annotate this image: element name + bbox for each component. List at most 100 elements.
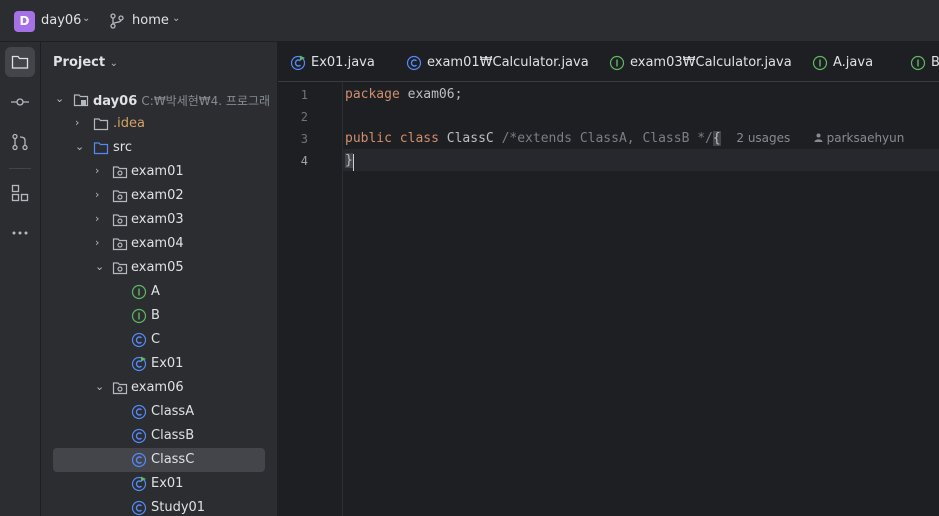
project-name[interactable]: day06 [41,13,81,28]
tree-item-B[interactable]: B [53,304,265,328]
interface-icon [812,55,828,75]
code-editor[interactable]: package exam06; public class ClassC /*ex… [343,82,939,516]
branch-name[interactable]: home [132,13,169,28]
class-icon [131,428,147,448]
tree-item-label: A [151,284,160,299]
tree-item-label: Study01 [151,500,206,515]
tree-item-label: exam06 [131,380,184,395]
user-icon [814,133,823,142]
pull-requests-icon[interactable] [5,127,35,157]
line-number: 3 [300,132,308,146]
chevron-down-icon[interactable]: ⌄ [82,13,90,24]
code-line-1[interactable]: package exam06; [345,87,462,102]
chevron-right-icon[interactable]: › [75,117,87,129]
tree-item-label: Ex01 [151,356,184,371]
tree-item-exam04[interactable]: › exam04 [53,232,265,256]
tree-item-label: exam02 [131,188,184,203]
chevron-right-icon[interactable]: › [95,189,107,201]
keyword: class [399,131,439,146]
package-icon [112,260,128,280]
package-icon [112,188,128,208]
chevron-down-icon[interactable]: ⌄ [172,13,180,24]
code-comment: /*extends ClassA, ClassB */ [501,131,713,146]
tree-item-root[interactable]: ⌄ day06 C:₩박세현₩4. 프로그래 [53,88,270,112]
tree-item-label: exam05 [131,260,184,275]
tree-item-label: .idea [113,116,145,131]
class-icon [406,55,422,75]
line-number: 2 [300,110,308,124]
tree-item-label: exam01 [131,164,184,179]
class-icon [131,452,147,472]
tree-item-C[interactable]: C [53,328,265,352]
tree-item-src[interactable]: ⌄ src [53,136,265,160]
package-icon [112,236,128,256]
class-icon [131,332,147,352]
line-number: 4 [300,154,308,168]
interface-icon [910,55,926,75]
tree-item-Ex01[interactable]: Ex01 [53,352,265,376]
interface-icon [609,55,625,75]
code-line-3[interactable]: public class ClassC /*extends ClassA, Cl… [345,131,904,146]
branch-icon[interactable] [110,13,124,33]
tree-item-exam06[interactable]: ⌄ exam06 [53,376,265,400]
editor-tabs: Ex01.java exam01₩Calculator.java exam03₩… [278,42,939,82]
project-badge[interactable]: D [14,11,35,32]
interface-icon [131,284,147,304]
tree-item-label: Ex01 [151,476,184,491]
tree-item-label: exam03 [131,212,184,227]
keyword: public [345,131,392,146]
project-panel: Project ⌄ ⌄ day06 C:₩박세현₩4. 프로그래 › .idea… [41,42,278,516]
tree-item-exam05[interactable]: ⌄ exam05 [53,256,265,280]
tool-separator [9,168,31,169]
tree-item-exam02[interactable]: › exam02 [53,184,265,208]
code-text: exam06; [399,87,463,102]
tab-label: Ex01.java [311,55,375,70]
tree-item-exam03[interactable]: › exam03 [53,208,265,232]
tab-label: B [931,55,939,70]
tab-exam03-calculator[interactable]: exam03₩Calculator.java [609,42,799,81]
tree-item-Study01[interactable]: Study01 [53,496,265,516]
chevron-right-icon[interactable]: › [95,165,107,177]
folder-icon[interactable] [5,47,35,77]
tab-b[interactable]: B [910,42,939,81]
class-icon [131,500,147,516]
structure-icon[interactable] [5,178,35,208]
tree-item-label: B [151,308,160,323]
tab-label: exam01₩Calculator.java [427,55,589,70]
project-panel-title[interactable]: Project ⌄ [53,55,118,70]
tree-item-ClassB[interactable]: ClassB [53,424,265,448]
usages-hint[interactable]: 2 usages [736,131,790,145]
tab-a[interactable]: A.java [812,42,892,81]
keyword: package [345,87,400,102]
tree-item-ClassA[interactable]: ClassA [53,400,265,424]
module-folder-icon [73,92,89,112]
chevron-down-icon[interactable]: ⌄ [95,261,107,273]
tab-ex01[interactable]: Ex01.java [290,42,400,81]
more-icon[interactable] [5,218,35,248]
interface-icon [131,308,147,328]
line-number: 1 [300,88,308,102]
tab-exam01-calculator[interactable]: exam01₩Calculator.java [406,42,596,81]
tree-item-label: src [113,140,132,155]
runnable-class-icon [131,476,147,496]
tab-label: exam03₩Calculator.java [630,55,792,70]
runnable-class-icon [290,55,306,75]
chevron-down-icon[interactable]: ⌄ [55,93,67,105]
author-hint[interactable]: parksaehyun [814,131,904,145]
tree-item-idea[interactable]: › .idea [53,112,265,136]
tab-label: A.java [833,55,874,70]
tree-item-Ex01[interactable]: Ex01 [53,472,265,496]
tree-item-label: ClassA [151,404,195,419]
tree-item-exam01[interactable]: › exam01 [53,160,265,184]
code-line-4[interactable]: } [345,153,353,168]
tree-item-ClassC[interactable]: ClassC [53,448,265,472]
commit-icon[interactable] [5,87,35,117]
tree-item-label: ClassC [151,452,195,467]
chevron-right-icon[interactable]: › [95,213,107,225]
package-icon [112,212,128,232]
chevron-down-icon[interactable]: ⌄ [95,381,107,393]
tree-item-A[interactable]: A [53,280,265,304]
chevron-right-icon[interactable]: › [95,237,107,249]
package-icon [112,380,128,400]
chevron-down-icon[interactable]: ⌄ [75,141,87,153]
